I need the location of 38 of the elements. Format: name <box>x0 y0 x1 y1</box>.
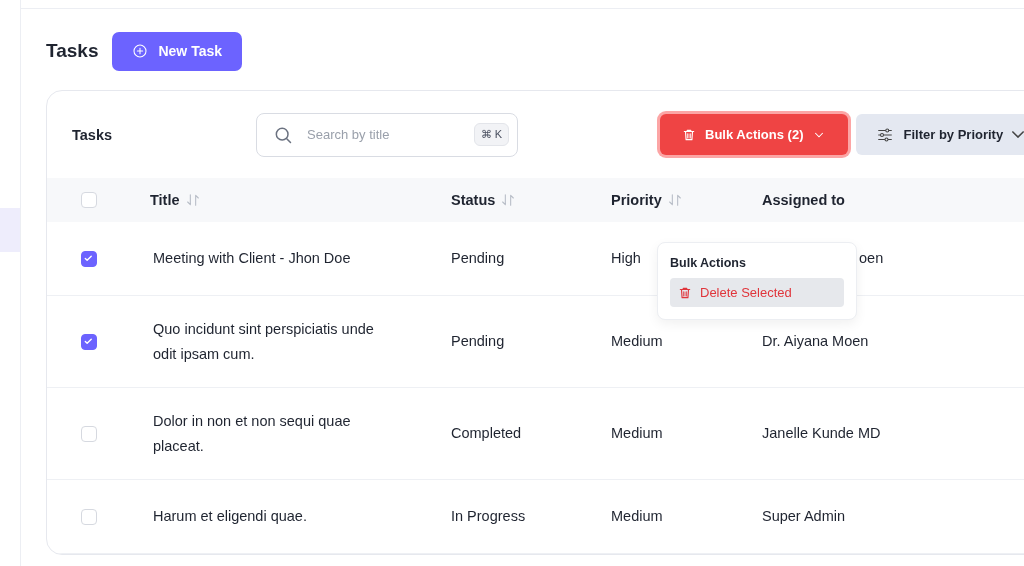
bulk-actions-button[interactable]: Bulk Actions (2) <box>660 114 849 155</box>
column-header[interactable]: Title <box>150 192 180 208</box>
table-cell: Quo incidunt sint perspiciatis unde odit ipsam cum. <box>153 320 374 362</box>
table-cell: Medium <box>611 333 663 349</box>
trash-icon <box>678 285 692 300</box>
plus-circle-icon <box>132 43 149 59</box>
new-task-button[interactable]: New Task <box>112 31 242 71</box>
table-cell: In Progress <box>451 508 526 524</box>
table-cell: Pending <box>451 250 505 266</box>
table-cell: Medium <box>611 425 663 441</box>
filter-button[interactable]: Filter by Priority <box>856 114 1024 155</box>
table-cell: Janelle Kunde MD <box>762 425 881 441</box>
table-cell: Harum et eligendi quae. <box>153 508 307 524</box>
table-cell: Dr. Aiyana Moen <box>762 333 869 349</box>
table-cell: Completed <box>451 425 522 441</box>
shortcut-hint: ⌘ K <box>473 123 509 146</box>
table-cell: Medium <box>611 508 663 524</box>
sliders-icon <box>876 125 895 144</box>
card-title: Tasks <box>72 126 114 143</box>
check-icon <box>83 336 94 347</box>
menu-title: Bulk Actions <box>670 256 747 270</box>
column-header[interactable]: Priority <box>611 192 662 208</box>
check-icon <box>83 253 94 264</box>
chevron-down-icon <box>1012 131 1024 138</box>
table-cell: Pending <box>451 333 505 349</box>
checkbox[interactable] <box>80 250 97 267</box>
menu-item[interactable]: Delete Selected <box>670 278 844 307</box>
table-cell: oen <box>859 250 884 266</box>
search-field[interactable]: Search by title ⌘ K <box>256 112 518 157</box>
trash-icon <box>682 127 696 142</box>
table-cell: High <box>611 250 641 266</box>
checkbox[interactable] <box>80 333 97 350</box>
page-title: Tasks <box>46 40 99 62</box>
column-header[interactable]: Status <box>451 192 496 208</box>
column-header[interactable]: Assigned to <box>762 192 845 208</box>
table-cell: Dolor in non et non sequi quae placeat. <box>153 412 351 454</box>
table-cell: Meeting with Client - Jhon Doe <box>153 250 351 266</box>
table-cell: Super Admin <box>762 508 846 524</box>
